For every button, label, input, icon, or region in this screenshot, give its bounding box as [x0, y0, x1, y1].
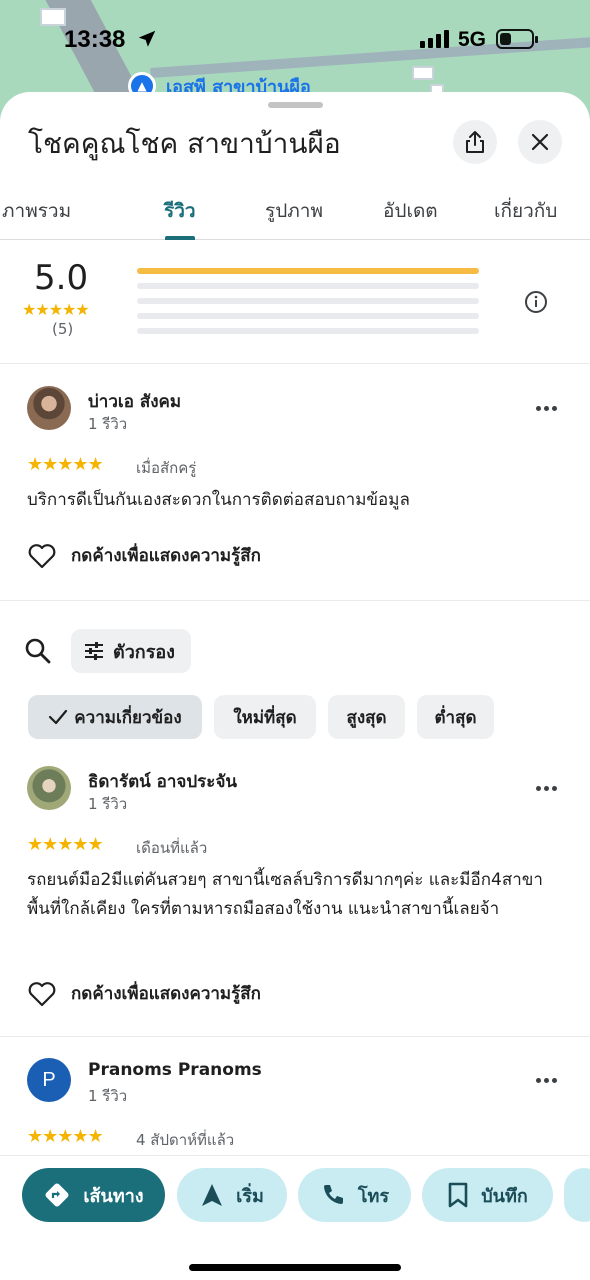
sort-chip-newest[interactable]: ใหม่ที่สุด: [214, 695, 316, 739]
bookmark-icon: [448, 1182, 468, 1208]
tab-photos[interactable]: รูปภาพ: [265, 196, 323, 226]
close-button[interactable]: [518, 120, 562, 164]
place-title: โชคคูณโชค สาขาบ้านผือ: [28, 127, 341, 160]
sort-chip-highest[interactable]: สูงสุด: [328, 695, 405, 739]
react-button[interactable]: กดค้างเพื่อแสดงความรู้สึก: [27, 542, 261, 569]
rating-bar-5: [137, 268, 479, 274]
average-rating: 5.0: [34, 258, 89, 298]
place-sheet: โชคคูณโชค สาขาบ้านผือ ภาพรวม รีวิว รูปภา…: [0, 92, 590, 1280]
avatar[interactable]: P: [27, 1058, 71, 1102]
phone-icon: [323, 1185, 343, 1204]
status-bar: 13:38 5G: [0, 0, 590, 80]
search-icon[interactable]: [24, 637, 52, 665]
battery-icon: [496, 29, 538, 49]
sort-chip-label: ความเกี่ยวข้อง: [74, 707, 182, 728]
tab-bar: ภาพรวม รีวิว รูปภาพ อัปเดต เกี่ยวกับ: [0, 188, 590, 240]
sort-chip-relevance[interactable]: ความเกี่ยวข้อง: [28, 695, 202, 739]
sort-chip-lowest[interactable]: ต่ำสุด: [417, 695, 494, 739]
start-label: เริ่ม: [236, 1185, 264, 1207]
close-icon: [531, 133, 549, 151]
review-stars: ★★★★★: [27, 834, 104, 855]
more-icon[interactable]: [532, 398, 560, 418]
react-label: กดค้างเพื่อแสดงความรู้สึก: [71, 984, 261, 1004]
react-label: กดค้างเพื่อแสดงความรู้สึก: [71, 546, 261, 566]
info-icon[interactable]: [524, 290, 548, 314]
network-type: 5G: [458, 28, 487, 51]
review-time: เดือนที่แล้ว: [136, 839, 208, 857]
start-button[interactable]: เริ่ม: [177, 1168, 287, 1222]
review-time: เมื่อสักครู่: [136, 459, 197, 477]
review-text: รถยนต์มือ2มีแต่คันสวยๆ สาขานี้เซลล์บริกา…: [27, 870, 543, 919]
filter-button[interactable]: ตัวกรอง: [71, 629, 191, 673]
sort-chip-label: ใหม่ที่สุด: [233, 707, 297, 728]
action-bar: เส้นทาง เริ่ม โทร บันทึก: [0, 1155, 590, 1280]
rating-bar-1: [137, 328, 479, 334]
avatar-initial: P: [42, 1068, 56, 1091]
tab-overview[interactable]: ภาพรวม: [2, 196, 71, 226]
avatar[interactable]: [27, 766, 71, 810]
sliders-icon: [85, 642, 103, 660]
heart-icon: [28, 543, 56, 568]
location-arrow-icon: [138, 30, 156, 47]
review-text: บริการดีเป็นกันเองสะดวกในการติดต่อสอบถาม…: [27, 490, 410, 510]
check-icon: [49, 709, 68, 725]
navigation-icon: [202, 1184, 223, 1206]
directions-button[interactable]: เส้นทาง: [22, 1168, 165, 1222]
directions-icon: [45, 1183, 69, 1207]
rating-bar-fill: [137, 268, 479, 274]
rating-bar-2: [137, 313, 479, 319]
review-stars: ★★★★★: [27, 1126, 104, 1147]
sheet-grabber[interactable]: [268, 102, 323, 108]
more-icon[interactable]: [532, 1070, 560, 1090]
tab-about[interactable]: เกี่ยวกับ: [494, 196, 557, 226]
signal-icon: [420, 30, 449, 48]
filter-label: ตัวกรอง: [113, 641, 175, 663]
reviewer-review-count: 1 รีวิว: [88, 1087, 128, 1105]
call-button[interactable]: โทร: [298, 1168, 411, 1222]
share-button[interactable]: [453, 120, 497, 164]
save-button[interactable]: บันทึก: [422, 1168, 553, 1222]
divider: [0, 1036, 590, 1037]
tab-updates[interactable]: อัปเดต: [383, 196, 438, 226]
reviewer-review-count: 1 รีวิว: [88, 795, 128, 813]
rating-summary: 5.0 ★★★★★ (5): [0, 240, 590, 364]
rating-count: (5): [52, 320, 74, 338]
call-label: โทร: [357, 1185, 390, 1207]
status-time: 13:38: [64, 26, 126, 53]
react-button[interactable]: กดค้างเพื่อแสดงความรู้สึก: [27, 980, 261, 1007]
rating-bar-4: [137, 283, 479, 289]
reviewer-review-count: 1 รีวิว: [88, 415, 128, 433]
divider: [0, 600, 590, 601]
sort-chip-label: ต่ำสุด: [434, 707, 477, 728]
heart-icon: [28, 981, 56, 1006]
rating-bar-3: [137, 298, 479, 304]
home-indicator: [189, 1264, 401, 1271]
save-label: บันทึก: [481, 1185, 528, 1207]
review-stars: ★★★★★: [27, 454, 104, 475]
average-stars: ★★★★★: [22, 300, 90, 319]
more-actions-button[interactable]: [564, 1168, 590, 1222]
directions-label: เส้นทาง: [83, 1185, 144, 1207]
more-icon[interactable]: [532, 778, 560, 798]
tab-reviews[interactable]: รีวิว: [164, 196, 196, 226]
reviewer-name[interactable]: Pranoms Pranoms: [88, 1060, 262, 1080]
reviewer-name[interactable]: บ่าวเอ สังคม: [88, 388, 181, 415]
reviewer-name[interactable]: ธิดารัตน์ อาจประจัน: [88, 768, 237, 795]
review-time: 4 สัปดาห์ที่แล้ว: [136, 1131, 235, 1149]
share-icon: [466, 131, 484, 153]
avatar[interactable]: [27, 386, 71, 430]
sort-chip-label: สูงสุด: [346, 707, 387, 728]
